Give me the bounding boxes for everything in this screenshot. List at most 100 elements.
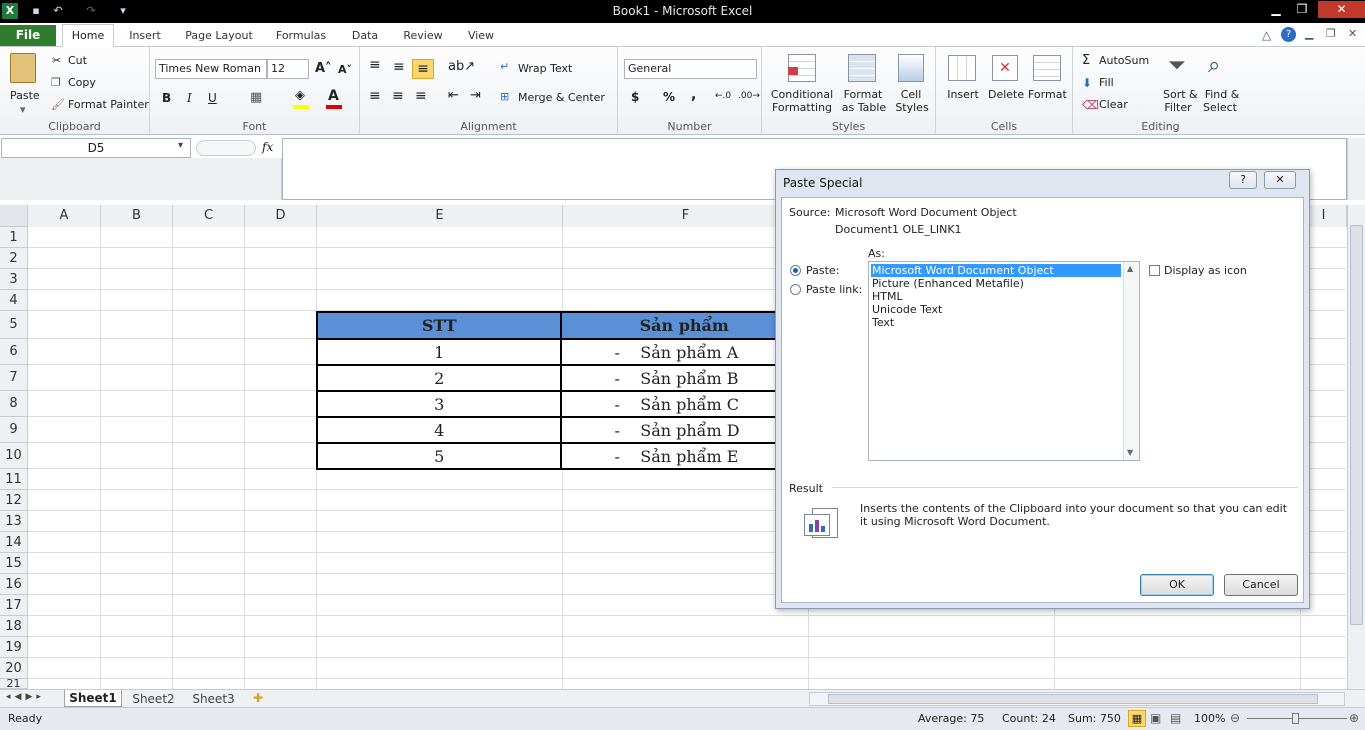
percent-button[interactable]: % [663, 90, 675, 104]
format-button[interactable]: Format [1028, 88, 1067, 101]
sort-filter-line1[interactable]: Sort & [1163, 88, 1198, 101]
borders-icon[interactable]: ▦ [250, 90, 262, 105]
table-header-product[interactable]: Sản phẩm [560, 311, 808, 340]
list-item[interactable]: Text [871, 316, 894, 329]
orientation-icon[interactable]: ab↗ [448, 59, 475, 74]
normal-view-icon[interactable]: ▦ [1128, 710, 1146, 727]
font-size-dropdown[interactable]: 12 [267, 59, 309, 79]
underline-button[interactable]: U [208, 91, 217, 105]
align-left-icon[interactable]: ≡ [369, 88, 381, 104]
column-header-b[interactable]: B [101, 205, 173, 227]
scroll-down-icon[interactable]: ▼ [1127, 448, 1133, 457]
listbox-scrollbar[interactable]: ▲ ▼ [1123, 262, 1139, 460]
zoom-slider-thumb[interactable] [1292, 713, 1299, 724]
table-cell-stt[interactable]: 3 [315, 390, 563, 418]
fill-color-icon[interactable]: ◈ [295, 88, 305, 103]
decrease-decimal-icon[interactable]: .00→ [738, 91, 760, 101]
tab-review[interactable]: Review [397, 27, 449, 47]
row-header[interactable]: 9 [0, 417, 28, 443]
list-item[interactable]: Picture (Enhanced Metafile) [871, 277, 1024, 290]
tab-data[interactable]: Data [345, 27, 385, 47]
row-header[interactable]: 3 [0, 269, 28, 290]
table-cell-product[interactable]: - Sản phẩm A [560, 338, 808, 366]
row-header[interactable]: 1 [0, 227, 28, 248]
cell-styles-line2[interactable]: Styles [894, 101, 930, 114]
row-header[interactable]: 15 [0, 553, 28, 574]
zoom-in-icon[interactable]: ⊕ [1349, 711, 1359, 725]
paste-link-radio[interactable] [790, 284, 801, 295]
row-header[interactable]: 10 [0, 443, 28, 469]
zoom-level[interactable]: 100% [1194, 712, 1225, 725]
tab-formulas[interactable]: Formulas [270, 27, 332, 47]
horizontal-scroll-thumb[interactable] [828, 694, 1318, 704]
name-box[interactable]: D5 [1, 138, 191, 158]
number-format-dropdown[interactable]: General [624, 59, 757, 79]
comma-button[interactable]: , [691, 87, 696, 103]
sheet-tab-2[interactable]: Sheet2 [126, 691, 181, 707]
list-item[interactable]: HTML [871, 290, 903, 303]
paste-dropdown-icon[interactable]: ▾ [20, 103, 26, 116]
help-icon[interactable]: ? [1281, 27, 1296, 42]
wrap-text-button[interactable]: Wrap Text [518, 62, 572, 75]
copy-button[interactable]: Copy [68, 76, 96, 89]
find-select-line2[interactable]: Select [1202, 101, 1238, 114]
decrease-indent-icon[interactable]: ⇤ [448, 88, 459, 103]
formula-bar-splitter[interactable] [196, 140, 256, 156]
column-header-c[interactable]: C [173, 205, 245, 227]
dialog-close-button[interactable]: ✕ [1264, 171, 1296, 189]
row-header[interactable]: 18 [0, 616, 28, 637]
table-cell-stt[interactable]: 2 [315, 364, 563, 392]
page-layout-view-icon[interactable]: ▣ [1150, 711, 1161, 725]
font-color-icon[interactable]: A [328, 88, 339, 104]
align-right-icon[interactable]: ≡ [415, 88, 427, 104]
dialog-help-button[interactable]: ? [1229, 171, 1257, 189]
autosum-button[interactable]: AutoSum [1099, 54, 1149, 67]
insert-sheet-icon[interactable]: ✚ [253, 691, 263, 705]
row-header[interactable]: 17 [0, 595, 28, 616]
conditional-formatting-line1[interactable]: Conditional [770, 88, 834, 101]
conditional-formatting-line2[interactable]: Formatting [770, 101, 834, 114]
shrink-font-icon[interactable]: A˅ [338, 63, 352, 76]
tab-file[interactable]: File [0, 25, 56, 46]
row-header[interactable]: 19 [0, 637, 28, 658]
tab-view[interactable]: View [461, 27, 501, 47]
table-cell-product[interactable]: - Sản phẩm C [560, 390, 808, 418]
currency-button[interactable]: $ [631, 90, 639, 104]
paste-button[interactable]: Paste [10, 89, 40, 102]
tab-page-layout[interactable]: Page Layout [180, 27, 258, 47]
cut-button[interactable]: Cut [68, 54, 87, 67]
doc-minimize-icon[interactable]: ▁ [1305, 27, 1313, 40]
align-bottom-icon[interactable]: ≡ [412, 59, 434, 79]
cancel-button[interactable]: Cancel [1224, 574, 1298, 596]
insert-function-button[interactable]: fx [262, 140, 273, 154]
formula-bar-expand-scroll[interactable] [1347, 138, 1365, 200]
sheet-tab-3[interactable]: Sheet3 [186, 691, 241, 707]
minimize-button[interactable]: ▁ [1263, 1, 1289, 18]
table-header-stt[interactable]: STT [315, 311, 563, 340]
tab-home[interactable]: Home [62, 24, 114, 48]
column-header-f[interactable]: F [563, 205, 809, 227]
display-as-icon-checkbox[interactable] [1149, 265, 1160, 276]
doc-restore-icon[interactable]: ❐ [1326, 27, 1336, 40]
sort-filter-line2[interactable]: Filter [1161, 101, 1195, 114]
zoom-out-icon[interactable]: ⊖ [1230, 711, 1240, 725]
clear-button[interactable]: Clear [1099, 98, 1128, 111]
paste-radio[interactable] [790, 265, 801, 276]
sheet-tab-1[interactable]: Sheet1 [64, 690, 122, 707]
restore-button[interactable]: ❐ [1289, 1, 1315, 18]
format-as-table-line2[interactable]: as Table [838, 101, 890, 114]
row-header[interactable]: 21 [0, 679, 28, 689]
pasted-table[interactable]: STT Sản phẩm 1 - Sản phẩm A 2 - Sản phẩm… [315, 311, 808, 470]
scroll-up-icon[interactable]: ▲ [1127, 264, 1133, 273]
fill-button[interactable]: Fill [1099, 76, 1114, 89]
vertical-scrollbar[interactable] [1347, 205, 1365, 689]
bold-button[interactable]: B [162, 91, 171, 105]
cell-styles-line1[interactable]: Cell [894, 88, 928, 101]
delete-button[interactable]: Delete [988, 88, 1024, 101]
list-item[interactable]: Unicode Text [871, 303, 942, 316]
close-window-button[interactable]: ✕ [1318, 1, 1365, 18]
minimize-ribbon-icon[interactable]: △ [1262, 28, 1271, 42]
increase-decimal-icon[interactable]: ←.0 [715, 91, 731, 101]
row-header[interactable]: 7 [0, 365, 28, 391]
find-select-line1[interactable]: Find & [1204, 88, 1240, 101]
